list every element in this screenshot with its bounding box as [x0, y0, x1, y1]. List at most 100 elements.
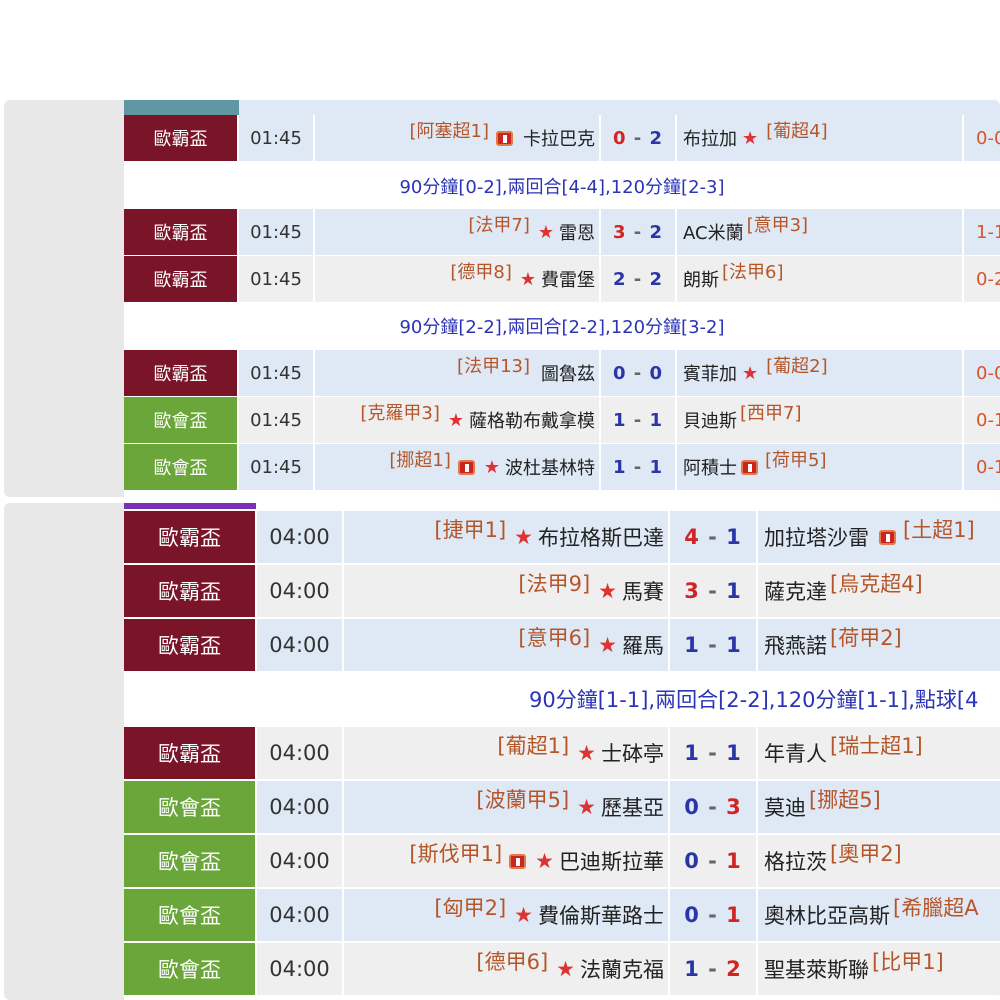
aggregate-info: 90分鐘[1-1],兩回合[2-2],120分鐘[1-1],點球[4: [124, 673, 1000, 725]
red-card-icon: [509, 853, 527, 869]
home-team[interactable]: [捷甲1] ★ 布拉格斯巴達: [344, 511, 670, 563]
score[interactable]: 0 - 1: [670, 835, 758, 887]
home-team[interactable]: [葡超1] ★ 士砵亭: [344, 727, 670, 779]
away-team[interactable]: 加拉塔沙雷 [土超1]: [758, 511, 1000, 563]
home-rank: [法甲7]: [468, 215, 530, 236]
kickoff-time: 04:00: [257, 565, 344, 617]
match-row[interactable]: 歐霸盃 04:00 [捷甲1] ★ 布拉格斯巴達 4 - 1 加拉塔沙雷 [土超…: [124, 511, 1000, 565]
home-team[interactable]: [德甲6] ★ 法蘭克福: [344, 943, 670, 995]
score[interactable]: 1 - 2: [670, 943, 758, 995]
home-team[interactable]: [法甲13] 圖魯茲: [315, 350, 601, 396]
score[interactable]: 1 - 1: [601, 397, 677, 443]
away-rank: [法甲6]: [722, 262, 784, 283]
away-team-name: 奧林比亞高斯: [764, 904, 890, 928]
match-row[interactable]: 歐霸盃 01:45 [法甲13] 圖魯茲 0 - 0 賓菲加 ★ [葡超2] 0…: [124, 350, 1000, 398]
match-row[interactable]: 歐會盃 04:00 [波蘭甲5] ★ 歷基亞 0 - 3 莫迪 [挪超5]: [124, 781, 1000, 835]
score[interactable]: 2 - 2: [601, 256, 677, 302]
league-badge[interactable]: 歐霸盃: [124, 350, 239, 396]
home-team[interactable]: [克羅甲3] ★ 薩格勒布戴拿模: [315, 397, 601, 443]
score[interactable]: 0 - 3: [670, 781, 758, 833]
away-team-name: 薩克達: [764, 580, 827, 604]
league-badge[interactable]: 歐會盃: [124, 835, 257, 887]
home-team[interactable]: [意甲6] ★ 羅馬: [344, 619, 670, 671]
away-team[interactable]: 薩克達 [烏克超4]: [758, 565, 1000, 617]
league-badge[interactable]: 歐會盃: [124, 943, 257, 995]
away-score: 1: [649, 409, 664, 431]
away-team-name: 年青人: [764, 742, 827, 766]
away-team-name: 賓菲加: [683, 364, 737, 385]
home-score: 1: [684, 633, 700, 657]
league-badge[interactable]: 歐霸盃: [124, 256, 239, 302]
home-team[interactable]: [法甲7] ★ 雷恩: [315, 209, 601, 255]
league-badge[interactable]: 歐會盃: [124, 889, 257, 941]
away-team[interactable]: 莫迪 [挪超5]: [758, 781, 1000, 833]
league-badge[interactable]: 歐霸盃: [124, 115, 239, 161]
home-rank: [意甲6]: [518, 626, 591, 650]
score[interactable]: 0 - 0: [601, 350, 677, 396]
away-team[interactable]: 格拉茨 [奧甲2]: [758, 835, 1000, 887]
away-team[interactable]: 朗斯 [法甲6]: [677, 256, 964, 302]
score[interactable]: 1 - 1: [670, 619, 758, 671]
away-team[interactable]: 阿積士 [荷甲5]: [677, 444, 964, 490]
match-row[interactable]: 歐霸盃 01:45 [阿塞超1] 卡拉巴克 0 - 2 布拉加 ★ [葡超4] …: [124, 115, 1000, 163]
away-team[interactable]: 賓菲加 ★ [葡超2]: [677, 350, 964, 396]
away-score: 1: [726, 633, 742, 657]
away-team[interactable]: 年青人 [瑞士超1]: [758, 727, 1000, 779]
league-badge[interactable]: 歐霸盃: [124, 619, 257, 671]
halftime-score: 0-1: [976, 456, 1000, 478]
match-row[interactable]: 歐會盃 01:45 [克羅甲3] ★ 薩格勒布戴拿模 1 - 1 貝迪斯 [西甲…: [124, 397, 1000, 445]
score[interactable]: 1 - 1: [601, 444, 677, 490]
away-team[interactable]: AC米蘭 [意甲3]: [677, 209, 964, 255]
match-row[interactable]: 歐會盃 04:00 [德甲6] ★ 法蘭克福 1 - 2 聖基萊斯聯 [比甲1]: [124, 943, 1000, 997]
league-badge[interactable]: 歐會盃: [124, 781, 257, 833]
league-badge[interactable]: 歐霸盃: [124, 511, 257, 563]
away-team[interactable]: 飛燕諾 [荷甲2]: [758, 619, 1000, 671]
score[interactable]: 1 - 1: [670, 727, 758, 779]
star-icon: ★: [514, 903, 533, 927]
kickoff-time: 01:45: [239, 256, 315, 302]
match-row[interactable]: 歐會盃 04:00 [匈甲2] ★ 費倫斯華路士 0 - 1 奧林比亞高斯 [希…: [124, 889, 1000, 943]
home-team[interactable]: [德甲8] ★ 費雷堡: [315, 256, 601, 302]
match-row[interactable]: 歐霸盃 04:00 [法甲9] ★ 馬賽 3 - 1 薩克達 [烏克超4]: [124, 565, 1000, 619]
home-team[interactable]: [匈甲2] ★ 費倫斯華路士: [344, 889, 670, 941]
kickoff-time: 01:45: [239, 115, 315, 161]
away-team[interactable]: 聖基萊斯聯 [比甲1]: [758, 943, 1000, 995]
home-score: 1: [684, 741, 700, 765]
match-row[interactable]: 歐霸盃 04:00 [意甲6] ★ 羅馬 1 - 1 飛燕諾 [荷甲2]: [124, 619, 1000, 673]
match-row[interactable]: 歐會盃 04:00 [斯伐甲1] ★ 巴迪斯拉華 0 - 1 格拉茨 [奧甲2]: [124, 835, 1000, 889]
kickoff-time: 01:45: [239, 444, 315, 490]
home-rank: [德甲6]: [476, 950, 549, 974]
league-badge[interactable]: 歐霸盃: [124, 565, 257, 617]
score[interactable]: 3 - 2: [601, 209, 677, 255]
league-badge[interactable]: 歐會盃: [124, 397, 239, 443]
away-team[interactable]: 布拉加 ★ [葡超4]: [677, 115, 964, 161]
red-card-icon: [879, 529, 896, 545]
away-team[interactable]: 奧林比亞高斯 [希臘超A: [758, 889, 1000, 941]
home-team[interactable]: [阿塞超1] 卡拉巴克: [315, 115, 601, 161]
home-team[interactable]: [波蘭甲5] ★ 歷基亞: [344, 781, 670, 833]
score[interactable]: 4 - 1: [670, 511, 758, 563]
score[interactable]: 3 - 1: [670, 565, 758, 617]
red-card-icon: [496, 130, 513, 146]
match-row[interactable]: 歐會盃 01:45 [挪超1] ★ 波杜基林特 1 - 1 阿積士 [荷甲5] …: [124, 444, 1000, 492]
league-badge[interactable]: 歐霸盃: [124, 727, 257, 779]
away-rank: [瑞士超1]: [830, 734, 923, 758]
match-row[interactable]: 歐霸盃 01:45 [法甲7] ★ 雷恩 3 - 2 AC米蘭 [意甲3] 1-…: [124, 209, 1000, 257]
home-score: 3: [684, 579, 700, 603]
match-row[interactable]: 歐霸盃 01:45 [德甲8] ★ 費雷堡 2 - 2 朗斯 [法甲6] 0-2: [124, 256, 1000, 304]
away-rank: [比甲1]: [872, 950, 944, 974]
score[interactable]: 0 - 1: [670, 889, 758, 941]
score[interactable]: 0 - 2: [601, 115, 677, 161]
home-score: 2: [612, 268, 627, 290]
star-icon: ★: [742, 127, 759, 149]
home-team[interactable]: [挪超1] ★ 波杜基林特: [315, 444, 601, 490]
league-badge[interactable]: 歐霸盃: [124, 209, 239, 255]
kickoff-time: 04:00: [257, 511, 344, 563]
league-badge[interactable]: 歐會盃: [124, 444, 239, 490]
home-team[interactable]: [法甲9] ★ 馬賽: [344, 565, 670, 617]
home-team[interactable]: [斯伐甲1] ★ 巴迪斯拉華: [344, 835, 670, 887]
away-rank: [烏克超4]: [830, 572, 923, 596]
match-row[interactable]: 歐霸盃 04:00 [葡超1] ★ 士砵亭 1 - 1 年青人 [瑞士超1]: [124, 727, 1000, 781]
away-team[interactable]: 貝迪斯 [西甲7]: [677, 397, 964, 443]
kickoff-time: 04:00: [257, 835, 344, 887]
